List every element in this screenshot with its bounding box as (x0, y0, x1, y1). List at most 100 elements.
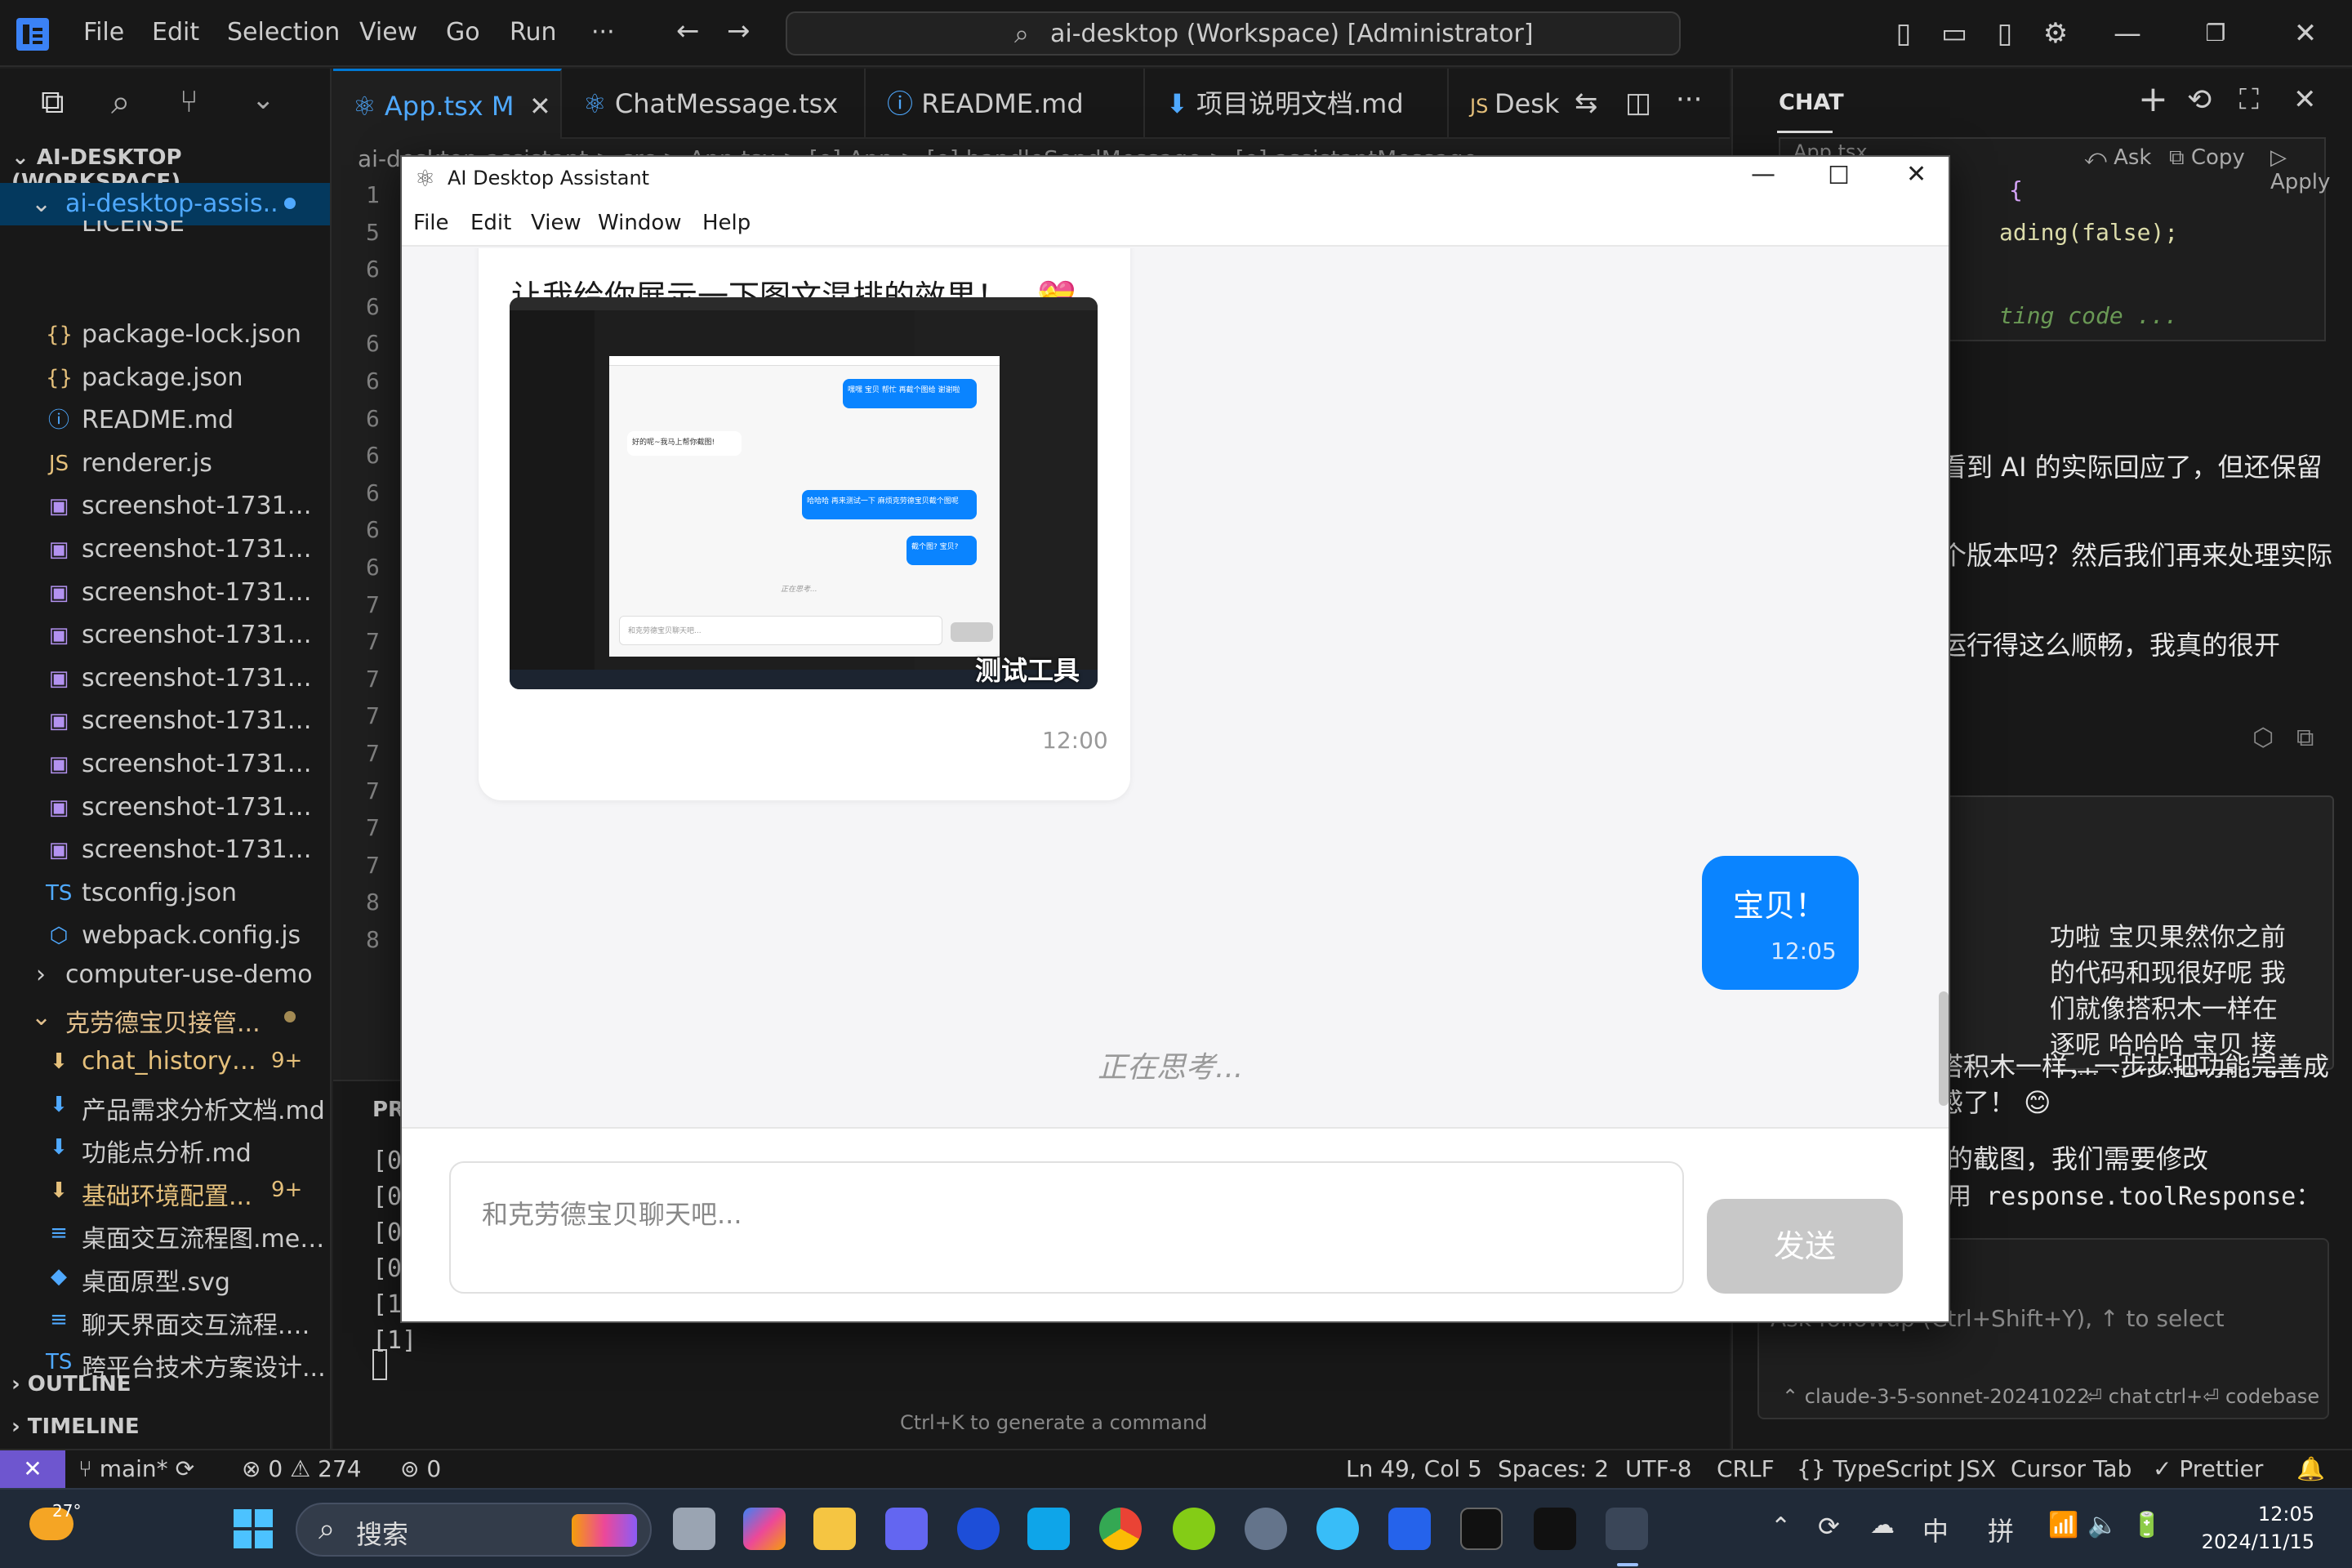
close-icon[interactable]: ✕ (2293, 83, 2317, 116)
remote-icon[interactable]: ✕ (0, 1450, 65, 1490)
file-explorer-icon[interactable] (813, 1508, 856, 1550)
file-item[interactable]: ▣ screenshot-1731492... (0, 657, 330, 700)
screenshot-image[interactable]: 嘿嘿 宝贝 帮忙 再截个图给 谢谢啦 好的呢~我马上帮你截图! 哈哈哈 再来测试… (510, 297, 1098, 689)
tray-sync-icon[interactable]: ⟳ (1818, 1511, 1840, 1542)
app-minimize-icon[interactable]: — (1751, 160, 1775, 189)
cursor-tab[interactable]: Cursor Tab (2011, 1455, 2132, 1482)
file-item[interactable]: ▣ screenshot-1731487... (0, 528, 330, 571)
menu-file[interactable]: File (83, 18, 124, 47)
tab-desktop[interactable]: JS Desk (1450, 69, 1573, 139)
menu-go[interactable]: Go (446, 18, 480, 47)
cube-icon[interactable]: ⬡ (2252, 724, 2274, 752)
tab-chatmessage[interactable]: ⚛ ChatMessage.tsx (564, 69, 866, 139)
ime-mode[interactable]: 中 (1922, 1511, 1949, 1548)
file-item[interactable]: ⬇ 产品需求分析文档.md (0, 1084, 330, 1126)
copy-icon[interactable]: ⧉ (2296, 724, 2314, 752)
chat-mode[interactable]: ⏎ chat (2086, 1385, 2151, 1408)
toggle-secondary-sidebar-icon[interactable]: ▯ (1986, 15, 2024, 52)
file-item[interactable]: JS renderer.js (0, 443, 330, 485)
battery-icon[interactable]: 🔋 (2132, 1511, 2162, 1539)
folder-ai-desktop[interactable]: ⌄ ai-desktop-assis... (0, 183, 330, 225)
file-item[interactable]: ⬇ 基础环境配置... 9+ (0, 1169, 330, 1212)
windows-start-icon[interactable] (234, 1509, 273, 1548)
ime-pinyin[interactable]: 拼 (1988, 1511, 2014, 1548)
history-icon[interactable]: ⟲ (2187, 83, 2212, 117)
file-item[interactable]: ▣ screenshot-1731492... (0, 700, 330, 742)
file-item[interactable]: ⬇ chat_history_... 9+ (0, 1040, 330, 1083)
tab-readme[interactable]: ⓘ README.md (867, 69, 1145, 139)
file-item[interactable]: ⬇ 功能点分析.md (0, 1126, 330, 1169)
menu-view[interactable]: View (359, 18, 417, 47)
tab-app-tsx[interactable]: ⚛ App.tsx M ✕ (333, 69, 562, 139)
app-icon-5[interactable] (1316, 1508, 1359, 1550)
compare-icon[interactable]: ⇆ (1575, 87, 1598, 119)
notifications-bell-icon[interactable]: 🔔 (2296, 1455, 2325, 1482)
apply-button[interactable]: ▷ Apply (2270, 145, 2330, 194)
terminal-icon[interactable] (1460, 1508, 1503, 1550)
file-item[interactable]: {} package-lock.json (0, 314, 330, 356)
file-item[interactable]: ⬡ webpack.config.js (0, 915, 330, 957)
message-input[interactable]: 和克劳德宝贝聊天吧... (449, 1161, 1684, 1294)
model-selector[interactable]: ⌃ claude-3-5-sonnet-20241022 (1782, 1385, 2090, 1408)
source-control-icon[interactable]: ⑂ (180, 83, 198, 119)
file-item[interactable]: ≡ 桌面交互流程图.mer... (0, 1212, 330, 1254)
menu-selection[interactable]: Selection (227, 18, 340, 47)
close-icon[interactable]: ✕ (529, 71, 551, 139)
cursor-position[interactable]: Ln 49, Col 5 (1346, 1455, 1482, 1482)
window-close-icon[interactable]: ✕ (2287, 15, 2324, 52)
settings-gear-icon[interactable]: ⚙ (2037, 15, 2074, 52)
problems-indicator[interactable]: ⊗ 0 ⚠ 274 (242, 1455, 362, 1482)
app-close-icon[interactable]: ✕ (1906, 160, 1927, 189)
file-item[interactable]: ▣ screenshot-1731579... (0, 829, 330, 871)
window-restore-icon[interactable]: ❐ (2197, 15, 2234, 52)
wifi-icon[interactable]: 📶 (2048, 1511, 2078, 1539)
app-icon-4[interactable] (1173, 1508, 1215, 1550)
ask-button[interactable]: ⤺ Ask (2084, 145, 2151, 171)
prettier-status[interactable]: ✓ Prettier (2153, 1455, 2263, 1482)
tray-chevron-icon[interactable]: ⌃ (1771, 1512, 1791, 1541)
app-icon-3[interactable] (1027, 1508, 1070, 1550)
file-item[interactable]: ▣ screenshot-1731488... (0, 572, 330, 614)
copilot-icon[interactable] (743, 1508, 786, 1550)
taskbar-search[interactable]: ⌕ 搜索 (296, 1503, 652, 1557)
app-maximize-icon[interactable]: ☐ (1828, 162, 1850, 190)
task-view-icon[interactable] (673, 1508, 715, 1550)
app-menu-window[interactable]: Window (598, 211, 682, 235)
language-mode[interactable]: {} TypeScript JSX (1797, 1455, 1996, 1482)
app-menu-help[interactable]: Help (702, 211, 751, 235)
ports-indicator[interactable]: ⊚ 0 (400, 1455, 441, 1482)
codebase-shortcut[interactable]: ctrl+⏎ codebase (2154, 1385, 2319, 1408)
folder-cn[interactable]: ⌄ 克劳德宝贝接管... (0, 996, 330, 1039)
file-item[interactable]: ▣ screenshot-1731578... (0, 786, 330, 829)
app-title-bar[interactable]: ⚛ AI Desktop Assistant — ☐ ✕ (402, 157, 1949, 203)
vscode-icon[interactable] (1388, 1508, 1431, 1550)
clock[interactable]: 12:05 2024/11/15 (2200, 1503, 2314, 1553)
file-item[interactable]: ≡ 聊天界面交互流程.m... (0, 1298, 330, 1341)
indentation[interactable]: Spaces: 2 (1498, 1455, 1609, 1482)
tab-project-doc[interactable]: ⬇ 项目说明文档.md (1147, 69, 1449, 139)
line-ending[interactable]: CRLF (1717, 1455, 1775, 1482)
toggle-sidebar-icon[interactable]: ▯ (1885, 15, 1922, 52)
explorer-icon[interactable]: ⧉ (41, 83, 65, 121)
split-editor-icon[interactable]: ◫ (1625, 87, 1651, 119)
file-item[interactable]: ▣ screenshot-1731488... (0, 614, 330, 657)
app-icon-1[interactable] (885, 1508, 928, 1550)
back-arrow-icon[interactable]: ← (676, 15, 700, 47)
file-item[interactable]: TS tsconfig.json (0, 872, 330, 915)
encoding[interactable]: UTF-8 (1625, 1455, 1692, 1482)
app-menu-view[interactable]: View (531, 211, 581, 235)
outline-section[interactable]: › OUTLINE (11, 1372, 131, 1396)
more-actions-icon[interactable]: ··· (1676, 83, 1702, 116)
branch-indicator[interactable]: ⑂ main* ⟳ (78, 1455, 194, 1482)
folder-computer-use-demo[interactable]: › computer-use-demo (0, 954, 330, 996)
file-license[interactable]: LICENSE (0, 220, 330, 242)
cursor-app-icon[interactable] (1534, 1508, 1576, 1550)
search-view-icon[interactable]: ⌕ (111, 82, 131, 122)
file-item[interactable]: ⓘ README.md (0, 399, 330, 442)
window-minimize-icon[interactable]: — (2109, 15, 2146, 52)
chrome-icon[interactable] (1099, 1508, 1142, 1550)
forward-arrow-icon[interactable]: → (727, 15, 751, 47)
send-button[interactable]: 发送 (1707, 1199, 1903, 1294)
file-item[interactable]: ◆ 桌面原型.svg (0, 1255, 330, 1298)
file-item[interactable]: ▣ screenshot-1731485... (0, 485, 330, 528)
